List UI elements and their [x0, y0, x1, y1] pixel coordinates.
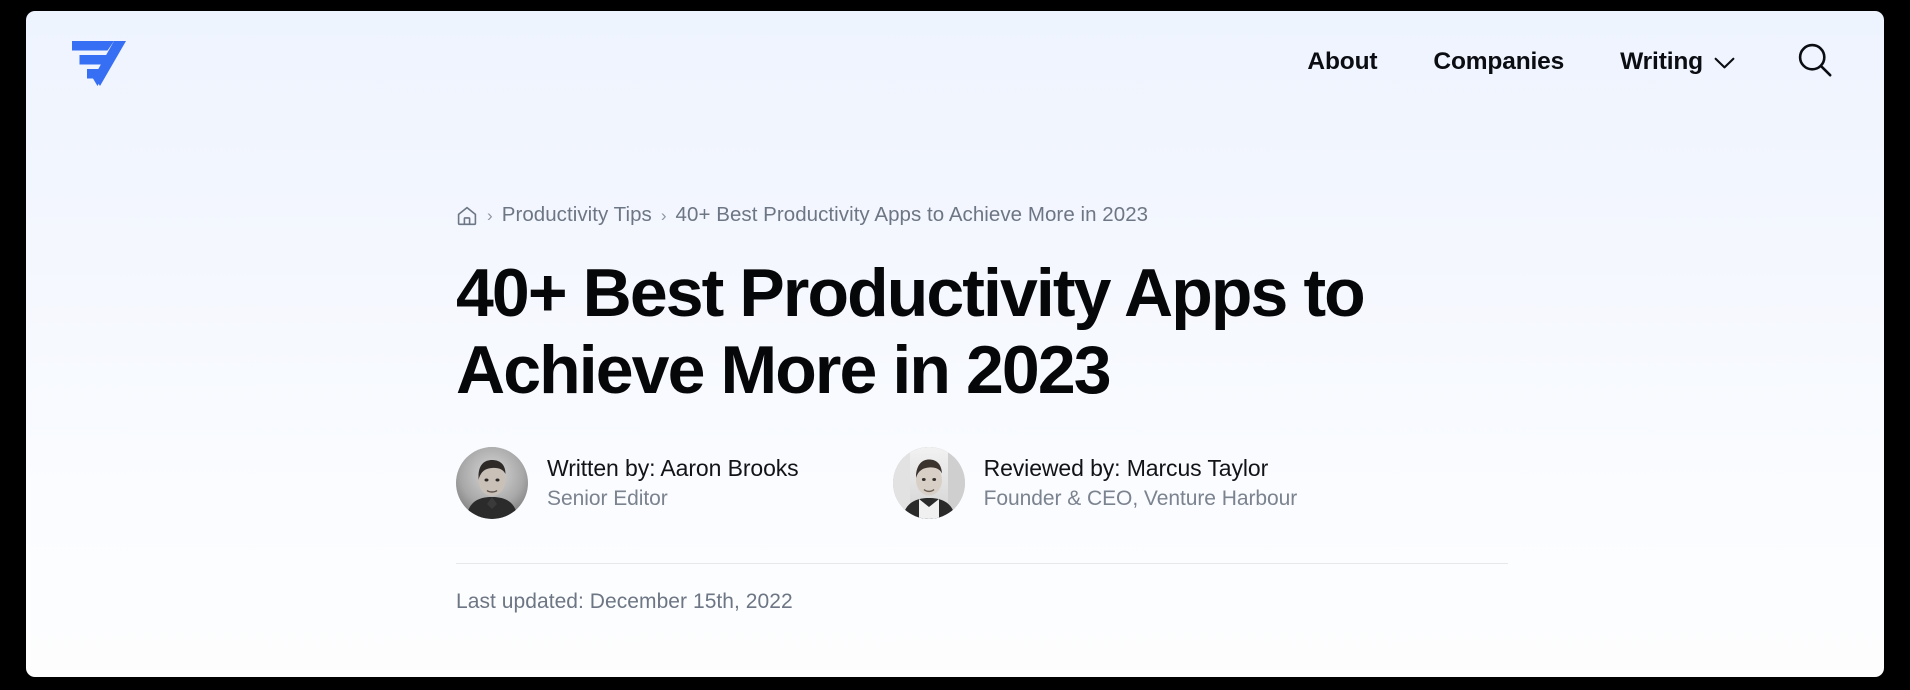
nav-item-label: Writing [1620, 47, 1703, 75]
contributor-author: Written by: Aaron Brooks Senior Editor [456, 446, 799, 519]
site-logo[interactable] [70, 37, 126, 89]
nav-item-writing[interactable]: Writing [1620, 36, 1735, 87]
search-icon [1796, 41, 1834, 82]
contributor-role: Senior Editor [547, 486, 668, 510]
breadcrumb-item-category[interactable]: Productivity Tips [502, 203, 652, 227]
nav-item-about[interactable]: About [1307, 38, 1377, 86]
site-header: About Companies Writing [26, 11, 1884, 112]
breadcrumb-separator: › [487, 206, 493, 225]
main-navigation: About Companies Writing [1307, 36, 1848, 87]
page-title: 40+ Best Productivity Apps to Achieve Mo… [456, 255, 1366, 408]
breadcrumb-item-current: 40+ Best Productivity Apps to Achieve Mo… [675, 203, 1149, 226]
venture-harbour-wing-logo-icon [70, 37, 126, 89]
contributor-reviewer: Reviewed by: Marcus Taylor Founder & CEO… [892, 446, 1298, 519]
avatar [456, 446, 528, 519]
contributor-name: Reviewed by: Marcus Taylor [983, 454, 1269, 481]
contributor-text: Written by: Aaron Brooks Senior Editor [547, 455, 799, 511]
divider [456, 562, 1508, 564]
contributor-role: Founder & CEO, Venture Harbour [983, 486, 1298, 510]
contributor-text: Reviewed by: Marcus Taylor Founder & CEO… [984, 455, 1298, 511]
contributor-name: Written by: Aaron Brooks [547, 454, 799, 481]
nav-item-companies[interactable]: Companies [1433, 38, 1564, 86]
nav-item-label: About [1307, 47, 1378, 75]
search-button[interactable] [1792, 37, 1838, 86]
screenshot-frame: About Companies Writing › Productivity T… [0, 0, 1910, 690]
article-header-block: › Productivity Tips › 40+ Best Productiv… [456, 201, 1511, 614]
breadcrumb-separator: › [660, 206, 667, 225]
page-canvas: About Companies Writing › Productivity T… [26, 11, 1884, 677]
nav-item-label: Companies [1433, 47, 1565, 75]
breadcrumb: › Productivity Tips › 40+ Best Productiv… [456, 201, 1511, 229]
home-icon[interactable] [456, 205, 478, 227]
last-updated-text: Last updated: December 15th, 2022 [456, 589, 793, 613]
chevron-down-icon [1714, 49, 1735, 77]
avatar [892, 446, 965, 519]
contributors-row: Written by: Aaron Brooks Senior Editor R… [456, 446, 1511, 519]
